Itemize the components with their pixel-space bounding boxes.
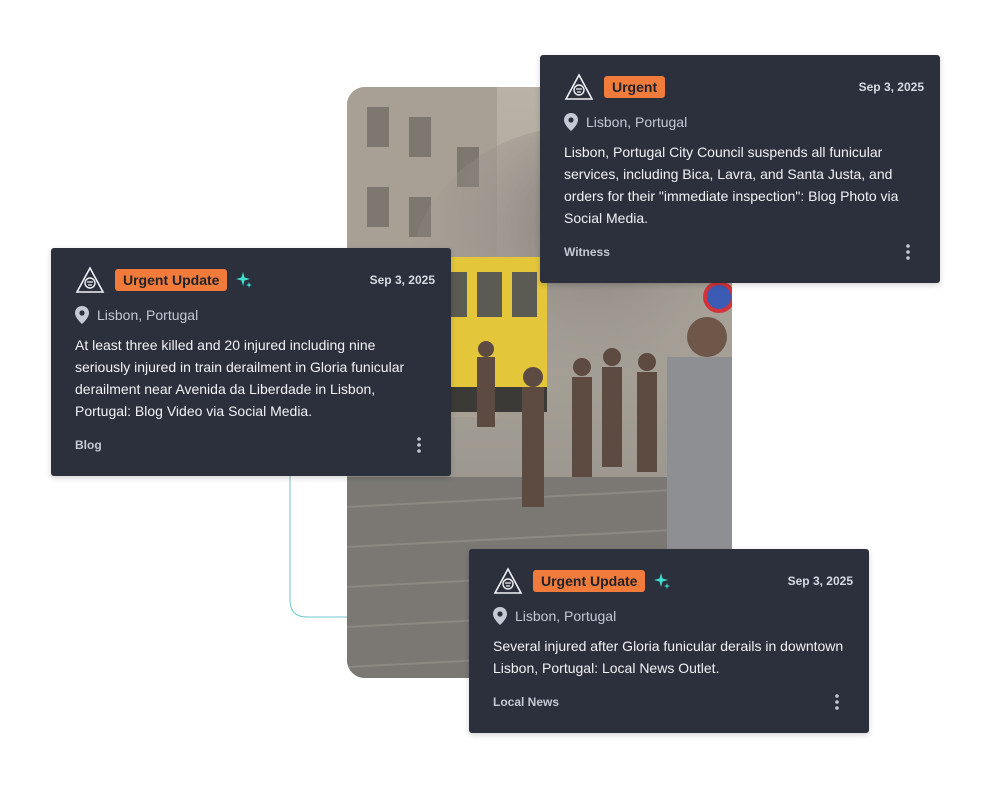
- card-header: Urgent Update Sep 3, 2025: [75, 266, 435, 294]
- sparkle-icon: [653, 572, 671, 590]
- card-date: Sep 3, 2025: [858, 80, 924, 94]
- alert-card[interactable]: Urgent Update Sep 3, 2025 Lisbon, Portug…: [469, 549, 869, 733]
- urgent-update-badge: Urgent Update: [533, 570, 646, 592]
- logo-icon: [564, 73, 594, 101]
- alert-card[interactable]: Urgent Update Sep 3, 2025 Lisbon, Portug…: [51, 248, 451, 476]
- more-options-icon[interactable]: [411, 436, 427, 454]
- location-text: Lisbon, Portugal: [515, 608, 617, 624]
- logo-icon: [493, 567, 523, 595]
- card-footer: Witness: [564, 243, 916, 261]
- location-text: Lisbon, Portugal: [97, 307, 199, 323]
- card-date: Sep 3, 2025: [369, 273, 435, 287]
- card-footer: Local News: [493, 693, 845, 711]
- location-row: Lisbon, Portugal: [75, 305, 198, 325]
- location-row: Lisbon, Portugal: [493, 606, 616, 626]
- source-label: Blog: [75, 438, 102, 452]
- card-date: Sep 3, 2025: [787, 574, 853, 588]
- location-text: Lisbon, Portugal: [586, 114, 688, 130]
- more-options-icon[interactable]: [900, 243, 916, 261]
- card-body: Several injured after Gloria funicular d…: [493, 638, 844, 676]
- source-label: Witness: [564, 245, 610, 259]
- sparkle-icon: [235, 271, 253, 289]
- card-body: At least three killed and 20 injured inc…: [75, 337, 405, 419]
- alert-card[interactable]: Urgent Sep 3, 2025 Lisbon, Portugal Lisb…: [540, 55, 940, 283]
- location-row: Lisbon, Portugal: [564, 112, 687, 132]
- map-pin-icon: [493, 607, 507, 625]
- logo-icon: [75, 266, 105, 294]
- card-footer: Blog: [75, 436, 427, 454]
- card-header: Urgent Update Sep 3, 2025: [493, 567, 853, 595]
- urgent-update-badge: Urgent Update: [115, 269, 228, 291]
- card-header: Urgent Sep 3, 2025: [564, 73, 924, 101]
- map-pin-icon: [564, 113, 578, 131]
- urgent-badge: Urgent: [604, 76, 666, 98]
- map-pin-icon: [75, 306, 89, 324]
- card-body: Lisbon, Portugal City Council suspends a…: [564, 144, 899, 226]
- more-options-icon[interactable]: [829, 693, 845, 711]
- source-label: Local News: [493, 695, 560, 709]
